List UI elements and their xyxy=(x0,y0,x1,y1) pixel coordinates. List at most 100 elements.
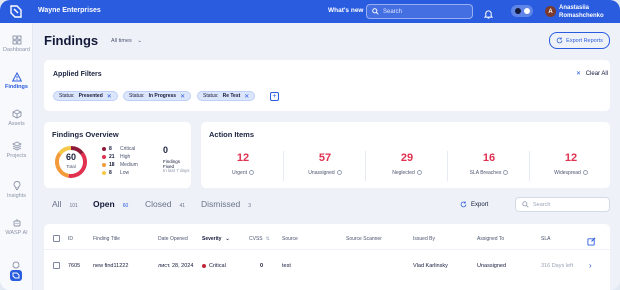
legend-label: Medium xyxy=(120,162,138,168)
sidebar-item-label: Insights xyxy=(7,193,26,199)
clear-all-button[interactable]: ✕ Clear All xyxy=(576,70,608,77)
sidebar-item-projects[interactable]: Projects xyxy=(0,141,33,159)
column-header-source[interactable]: Source xyxy=(282,236,298,242)
legend-item-low: 8 Low xyxy=(102,169,138,177)
info-icon xyxy=(503,170,509,176)
action-item-neglected[interactable]: 29 Neglected xyxy=(367,152,447,176)
cell-cvss: 0 xyxy=(260,263,264,269)
organization-name[interactable]: Wayne Enterprises xyxy=(38,7,101,14)
sidebar-item-findings[interactable]: Findings xyxy=(0,72,33,90)
column-header-date-opened[interactable]: Date Opened xyxy=(158,236,188,242)
page-title: Findings xyxy=(44,33,99,48)
cell-sla: 316 Days left xyxy=(541,263,574,269)
action-item-sla-breaches[interactable]: 16 SLA Breaches xyxy=(449,152,529,176)
toggle-light-icon xyxy=(523,8,530,14)
column-header-id[interactable]: ID xyxy=(68,236,73,242)
global-search-input[interactable]: Search xyxy=(366,4,473,19)
severity-legend: 8 Critical 21 High 18 Medium 8 Low xyxy=(102,145,138,177)
tab-closed[interactable]: Closed 41 xyxy=(145,199,185,209)
action-items-card: Action Items 12 Urgent 57 Unassigned 29 … xyxy=(201,122,610,188)
row-checkbox[interactable] xyxy=(53,262,60,269)
chip-value: Re Test xyxy=(222,93,241,99)
divider xyxy=(365,151,366,181)
remove-chip-icon[interactable]: ✕ xyxy=(107,93,112,100)
select-all-checkbox[interactable] xyxy=(53,235,60,242)
findings-fixed-value: 0 xyxy=(163,145,169,155)
chevron-right-icon[interactable]: › xyxy=(589,261,592,270)
cube-icon xyxy=(12,109,21,119)
user-name[interactable]: Anastasiia Romashchenko xyxy=(559,4,604,20)
close-icon: ✕ xyxy=(576,71,582,77)
header-divider xyxy=(44,249,610,250)
tab-open[interactable]: Open 60 xyxy=(93,199,128,209)
findings-search-placeholder: Search xyxy=(533,201,551,208)
tab-label: Open xyxy=(93,199,115,209)
top-bar: Wayne Enterprises What's new Search A An… xyxy=(0,0,620,23)
export-reports-button[interactable]: Export Reports xyxy=(549,32,610,49)
tab-dismissed[interactable]: Dismissed 3 xyxy=(201,199,251,209)
cell-assigned-to[interactable]: Unassigned xyxy=(477,263,506,269)
remove-chip-icon[interactable]: ✕ xyxy=(180,93,185,100)
export-reports-label: Export Reports xyxy=(566,37,603,44)
whats-new-link[interactable]: What's new xyxy=(328,7,364,14)
sidebar-item-wasp-ai[interactable]: WASP AI xyxy=(0,218,33,236)
app-logo-icon[interactable] xyxy=(0,0,31,23)
action-item-label: Urgent xyxy=(231,170,247,176)
chip-value: Presented xyxy=(78,93,103,99)
filter-chip-status-presented[interactable]: Status: Presented ✕ xyxy=(53,91,118,101)
legend-count: 8 xyxy=(109,146,112,152)
column-header-cvss[interactable]: CVSS ⇅ xyxy=(249,236,270,242)
divider xyxy=(283,151,284,181)
user-avatar[interactable]: A xyxy=(545,6,556,17)
column-header-severity[interactable]: Severity ⌄ xyxy=(202,236,230,242)
column-header-sla[interactable]: SLA xyxy=(541,236,550,242)
column-header-finding-title[interactable]: Finding Title xyxy=(93,236,120,242)
sidebar-item-dashboard[interactable]: Dashboard xyxy=(0,35,33,53)
notifications-bell-icon[interactable] xyxy=(483,6,494,24)
action-item-value: 12 xyxy=(564,152,578,164)
action-item-urgent[interactable]: 12 Urgent xyxy=(203,152,283,176)
action-item-widespread[interactable]: 12 Widespread xyxy=(531,152,611,176)
tab-all[interactable]: All 101 xyxy=(52,199,78,209)
applied-filters-heading: Applied Filters xyxy=(53,71,102,78)
sidebar-item-label: Dashboard xyxy=(3,47,30,53)
info-icon xyxy=(582,170,588,176)
sidebar-item-assets[interactable]: Assets xyxy=(0,109,33,127)
critical-dot-icon xyxy=(202,263,206,268)
divider xyxy=(447,151,448,181)
total-findings-label: Total xyxy=(66,164,76,169)
export-button[interactable]: Export xyxy=(460,201,488,208)
column-header-issued-by[interactable]: Issued By xyxy=(413,236,435,242)
info-icon xyxy=(249,170,254,176)
legend-dot xyxy=(102,171,106,175)
legend-item-high: 21 High xyxy=(102,153,138,161)
sidebar-item-insights[interactable]: Insights xyxy=(0,181,33,199)
filter-chip-status-in-progress[interactable]: Status: In Progress ✕ xyxy=(123,91,192,101)
action-item-value: 57 xyxy=(318,152,332,164)
legend-label: Critical xyxy=(120,146,136,152)
findings-overview-card: Findings Overview 60 Total 8 Critical 21 H… xyxy=(44,122,191,188)
tab-label: Dismissed xyxy=(201,199,241,209)
divider xyxy=(529,151,530,181)
sidebar-item-label: Projects xyxy=(6,153,27,159)
legend-dot xyxy=(102,155,106,159)
tab-label: Closed xyxy=(145,199,172,209)
findings-fixed-period: In last 7 days xyxy=(163,168,190,173)
column-header-source-scanner[interactable]: Source Scanner xyxy=(346,236,382,242)
action-item-unassigned[interactable]: 57 Unassigned xyxy=(285,152,365,176)
brand-badge-icon xyxy=(8,260,24,287)
legend-count: 8 xyxy=(109,170,112,176)
time-range-dropdown[interactable]: All times ⌄ xyxy=(111,38,142,44)
user-first-name: Anastasiia xyxy=(559,5,590,11)
toggle-dark-icon xyxy=(514,8,521,14)
filter-chip-status-re-test[interactable]: Status: Re Test ✕ xyxy=(197,91,256,101)
findings-search-input[interactable]: Search xyxy=(515,197,610,212)
theme-toggle[interactable] xyxy=(511,5,533,17)
column-header-assigned-to[interactable]: Assigned To xyxy=(477,236,504,242)
sort-desc-icon: ⌄ xyxy=(225,236,230,242)
remove-chip-icon[interactable]: ✕ xyxy=(244,93,249,100)
cell-finding-title[interactable]: new find11222 xyxy=(93,263,128,269)
sidebar-item-label: WASP AI xyxy=(5,230,28,236)
sidebar-item-label: Assets xyxy=(8,121,25,127)
add-filter-button[interactable]: + xyxy=(270,92,279,101)
